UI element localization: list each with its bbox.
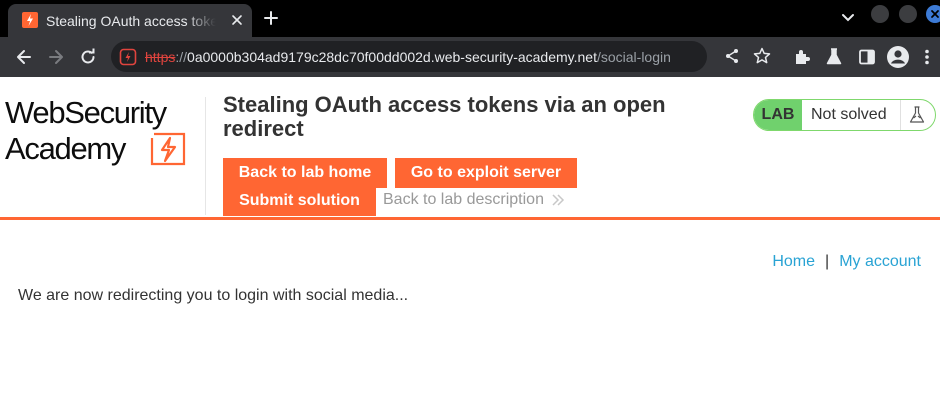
- profile-avatar-icon[interactable]: [886, 45, 910, 69]
- lab-state-label: Not solved: [811, 106, 887, 123]
- nav-home-link[interactable]: Home: [772, 253, 815, 270]
- redirect-message: We are now redirecting you to login with…: [18, 287, 409, 304]
- header-divider: [205, 97, 206, 215]
- browser-tab[interactable]: Stealing OAuth access tokens via an open…: [8, 4, 252, 37]
- back-to-lab-home-button[interactable]: Back to lab home: [223, 158, 387, 188]
- lab-status-widget: LAB Not solved: [753, 99, 936, 131]
- logo-line-2: Academy: [5, 131, 126, 166]
- minimize-icon[interactable]: [871, 5, 889, 23]
- favicon-icon: [22, 12, 38, 28]
- top-nav: Home | My account: [772, 252, 921, 272]
- flask-icon: [907, 105, 927, 125]
- close-icon[interactable]: [229, 12, 245, 28]
- reload-icon[interactable]: [78, 47, 98, 67]
- url-path: /social-login: [596, 49, 671, 65]
- chevron-down-icon[interactable]: [840, 11, 856, 25]
- browser-tab-strip: Stealing OAuth access tokens via an open…: [0, 0, 940, 37]
- site-info-icon[interactable]: [119, 48, 137, 66]
- browser-toolbar: https://0a0000b304ad9179c28dc70f00dd002d…: [0, 37, 940, 77]
- double-chevron-right-icon: [551, 193, 565, 207]
- tab-title: Stealing OAuth access tokens via an open…: [46, 13, 216, 29]
- submit-solution-button[interactable]: Submit solution: [223, 186, 376, 216]
- page-content: WebSecurity Academy Stealing OAuth acces…: [0, 77, 940, 413]
- url-host: 0a0000b304ad9179c28dc70f00dd002d.web-sec…: [187, 49, 597, 65]
- maximize-icon[interactable]: [899, 5, 917, 23]
- academy-logo[interactable]: WebSecurity Academy: [5, 97, 205, 177]
- forward-arrow-icon[interactable]: [46, 47, 66, 67]
- extensions-puzzle-icon[interactable]: [792, 47, 812, 67]
- lab-badge: LAB: [754, 100, 802, 130]
- side-panel-icon[interactable]: [857, 47, 877, 67]
- new-tab-icon[interactable]: [262, 9, 280, 27]
- nav-separator: |: [825, 253, 830, 270]
- back-to-lab-description-link[interactable]: Back to lab description: [383, 190, 544, 210]
- lab-status-divider: [900, 100, 901, 130]
- url-text: https://0a0000b304ad9179c28dc70f00dd002d…: [145, 48, 671, 66]
- address-bar[interactable]: https://0a0000b304ad9179c28dc70f00dd002d…: [111, 41, 771, 72]
- share-icon[interactable]: [723, 47, 741, 65]
- window-close-icon[interactable]: [926, 5, 940, 23]
- logo-line-1: WebSecurity: [5, 95, 167, 130]
- back-arrow-icon[interactable]: [14, 47, 34, 67]
- lab-title: Stealing OAuth access tokens via an open…: [223, 92, 666, 141]
- more-menu-icon[interactable]: [917, 47, 937, 67]
- nav-my-account-link[interactable]: My account: [839, 253, 921, 270]
- go-to-exploit-server-button[interactable]: Go to exploit server: [395, 158, 577, 188]
- logo-bolt-icon: [149, 132, 187, 166]
- url-scheme: https: [145, 49, 176, 65]
- url-separator: ://: [175, 49, 188, 65]
- bookmark-star-icon[interactable]: [752, 46, 772, 66]
- labs-flask-icon[interactable]: [824, 47, 844, 67]
- header-orange-rule: [0, 217, 940, 220]
